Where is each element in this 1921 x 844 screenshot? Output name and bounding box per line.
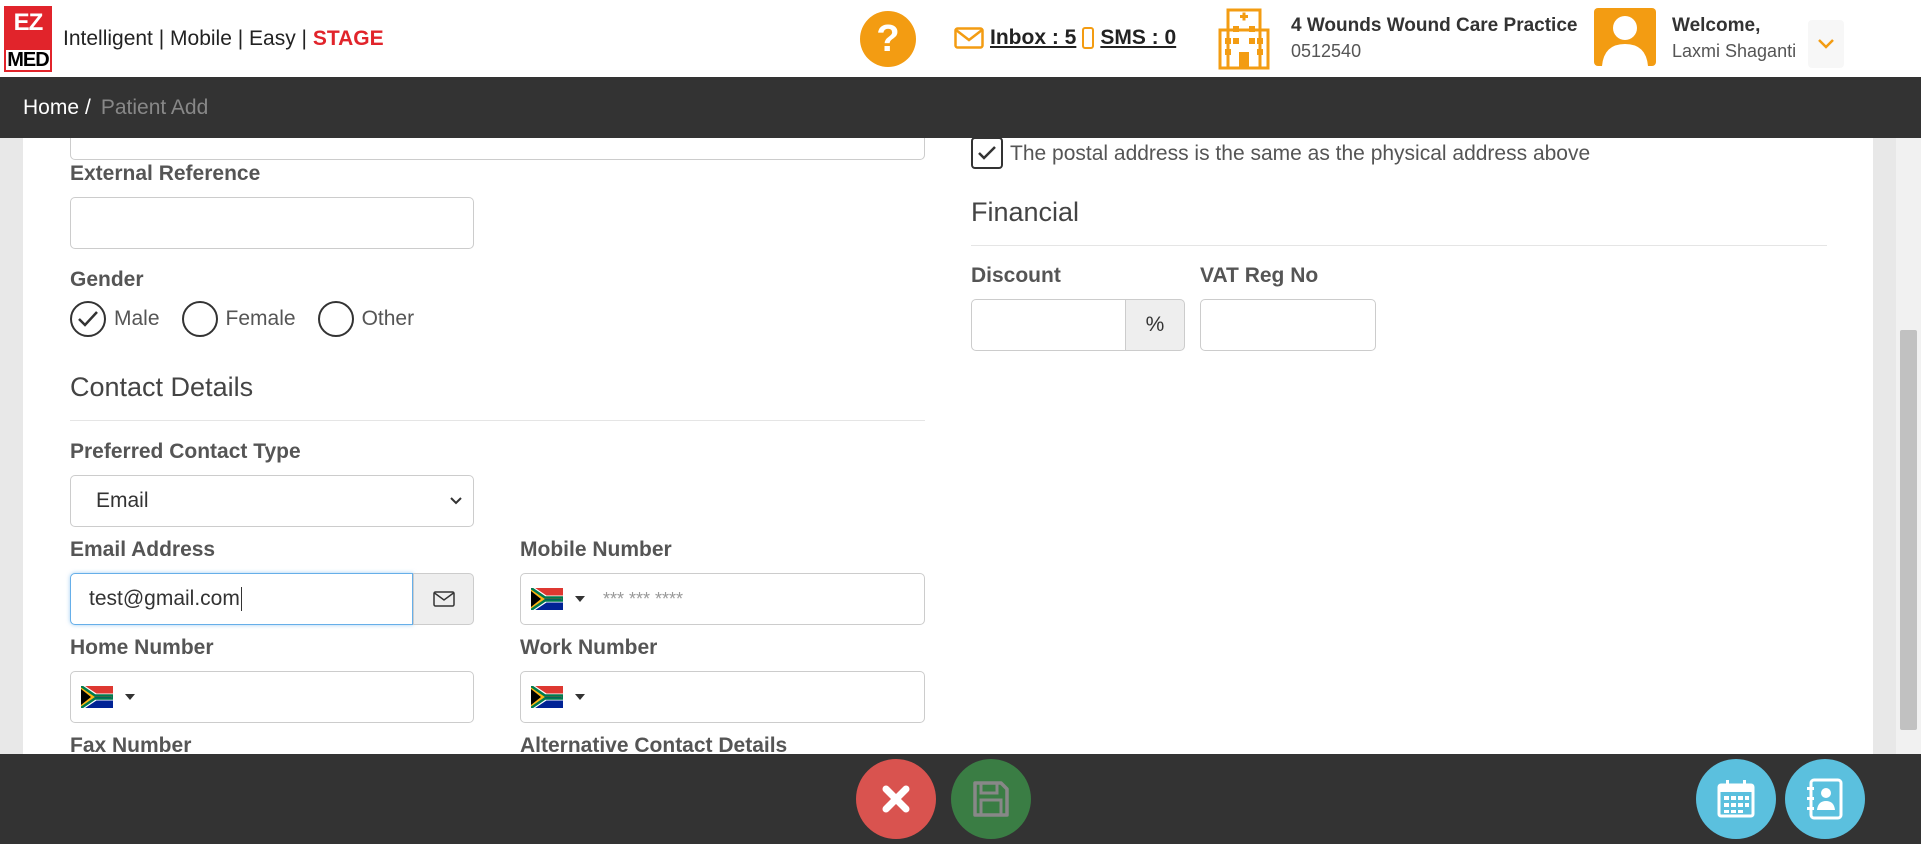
breadcrumb-separator: / (85, 95, 91, 119)
welcome-info: Welcome, Laxmi Shaganti (1672, 15, 1796, 62)
fax-number-label: Fax Number (70, 734, 192, 754)
inbox-link[interactable]: Inbox : 5 (990, 26, 1076, 50)
mobile-number-placeholder: *** *** **** (603, 588, 684, 609)
work-number-label: Work Number (520, 636, 658, 659)
logo-bottom-text: MED (4, 48, 52, 72)
alternative-contact-label: Alternative Contact Details (520, 734, 788, 754)
financial-title: Financial (971, 197, 1080, 227)
vat-reg-label: VAT Reg No (1200, 264, 1319, 287)
check-icon (978, 146, 996, 160)
question-icon: ? (876, 17, 900, 60)
contact-details-title: Contact Details (70, 372, 254, 402)
gender-male-label: Male (114, 307, 160, 330)
cancel-button[interactable] (856, 759, 936, 839)
breadcrumb-current: Patient Add (100, 95, 209, 119)
email-addon[interactable] (413, 573, 474, 625)
preferred-contact-label: Preferred Contact Type (70, 440, 301, 463)
contact-details-divider (70, 420, 925, 421)
caret-down-icon (575, 596, 585, 602)
mobile-number-label: Mobile Number (520, 538, 672, 561)
envelope-icon (954, 27, 984, 49)
home-country-select[interactable] (71, 686, 135, 708)
chevron-down-icon (450, 497, 462, 505)
home-number-label: Home Number (70, 636, 214, 659)
discount-percent-addon: % (1125, 299, 1185, 351)
previous-field-input[interactable] (70, 138, 925, 160)
work-country-select[interactable] (521, 686, 585, 708)
user-menu-toggle[interactable] (1808, 20, 1844, 68)
text-cursor (240, 587, 242, 611)
practice-name: 4 Wounds Wound Care Practice (1291, 15, 1578, 36)
bottom-action-bar (0, 754, 1921, 844)
logo-top-text: EZ (13, 9, 44, 36)
floppy-disk-icon (973, 781, 1009, 817)
external-reference-input[interactable] (70, 197, 474, 249)
top-header: EZ MED Intelligent | Mobile | Easy | STA… (0, 0, 1921, 77)
mobile-country-select[interactable] (521, 588, 591, 610)
gender-other-label: Other (361, 307, 415, 330)
mobile-phone-icon (1082, 27, 1095, 49)
caret-down-icon (125, 694, 135, 700)
discount-label: Discount (971, 264, 1061, 287)
gender-radio-group: Male Female Other (70, 301, 436, 337)
user-name: Laxmi Shaganti (1672, 41, 1797, 61)
tagline-text: Intelligent | Mobile | Easy | (63, 27, 313, 50)
chevron-down-icon (1818, 39, 1834, 49)
external-reference-label: External Reference (70, 162, 261, 185)
financial-divider (971, 245, 1827, 246)
preferred-contact-value: Email (96, 489, 149, 512)
messages-area: Inbox : 5 SMS : 0 (954, 26, 1176, 50)
vat-reg-input[interactable] (1200, 299, 1376, 351)
help-button[interactable]: ? (860, 11, 916, 67)
gender-male-radio[interactable] (70, 301, 106, 337)
check-icon (78, 311, 98, 327)
gender-other-radio[interactable] (317, 301, 354, 337)
hospital-building-icon (1218, 8, 1270, 70)
home-number-input[interactable] (70, 671, 474, 723)
user-avatar-icon[interactable] (1594, 8, 1656, 66)
email-address-label: Email Address (70, 538, 216, 561)
patient-form: External Reference Gender Male Female Ot… (23, 138, 1873, 754)
ezmed-logo[interactable]: EZ MED (4, 6, 52, 72)
discount-input[interactable] (971, 299, 1126, 351)
gender-label: Gender (70, 268, 144, 291)
south-africa-flag-icon (81, 686, 113, 708)
south-africa-flag-icon (531, 686, 563, 708)
work-number-input[interactable] (520, 671, 925, 723)
calendar-icon (1717, 780, 1755, 818)
south-africa-flag-icon (531, 588, 563, 610)
email-address-input[interactable]: test@gmail.com (70, 573, 413, 625)
address-book-icon (1807, 778, 1843, 820)
welcome-text: Welcome, (1672, 15, 1761, 36)
gender-female-label: Female (225, 307, 296, 330)
contacts-button[interactable] (1785, 759, 1865, 839)
envelope-icon (432, 591, 455, 607)
postal-same-label: The postal address is the same as the ph… (1010, 142, 1591, 165)
stage-label: STAGE (312, 27, 384, 50)
breadcrumb-home[interactable]: Home (23, 96, 79, 120)
practice-info: 4 Wounds Wound Care Practice 0512540 (1291, 15, 1577, 62)
caret-down-icon (575, 694, 585, 700)
page-scrollbar[interactable] (1896, 138, 1921, 754)
close-icon (882, 785, 910, 813)
mobile-number-input[interactable]: *** *** **** (520, 573, 925, 625)
preferred-contact-select[interactable]: Email (70, 475, 474, 527)
postal-same-checkbox[interactable] (971, 138, 1003, 169)
practice-code: 0512540 (1291, 41, 1362, 61)
scrollbar-thumb[interactable] (1900, 330, 1917, 730)
sms-link[interactable]: SMS : 0 (1100, 26, 1176, 50)
calendar-button[interactable] (1696, 759, 1776, 839)
gender-female-radio[interactable] (181, 301, 218, 337)
save-button[interactable] (951, 759, 1031, 839)
breadcrumb: Home / Patient Add (0, 77, 1921, 138)
email-address-value: test@gmail.com (89, 587, 240, 610)
tagline: Intelligent | Mobile | Easy | STAGE (63, 27, 384, 51)
